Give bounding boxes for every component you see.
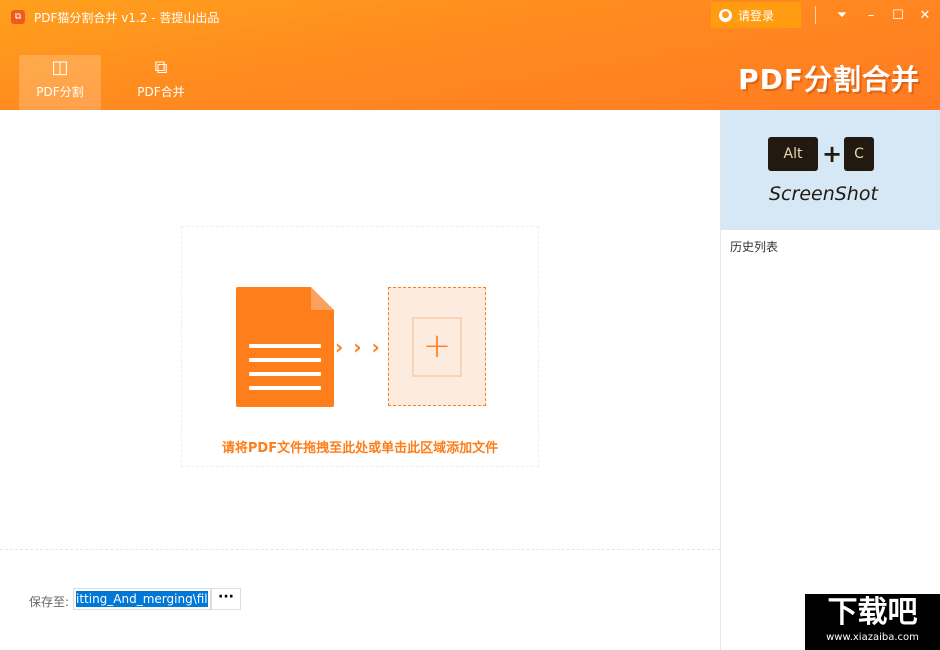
login-button[interactable]: ● 请登录 xyxy=(711,2,801,28)
window-title: PDF猫分割合并 v1.2 - 菩提山出品 xyxy=(34,11,220,25)
screenshot-banner: Alt + C ScreenShot xyxy=(721,110,940,230)
history-title: 历史列表 xyxy=(730,240,779,254)
save-path-value: itting_And_merging\file xyxy=(76,591,208,607)
tab-pdf-split[interactable]: ◫ PDF分割 xyxy=(19,55,101,110)
watermark-url: www.xiazaiba.com xyxy=(826,632,919,643)
tab-label: PDF分割 xyxy=(36,85,84,99)
alt-key: Alt xyxy=(768,137,818,171)
document-icon xyxy=(236,287,334,407)
browse-button[interactable]: ··· xyxy=(211,588,241,610)
plus-sign: + xyxy=(822,140,843,168)
tab-pdf-merge[interactable]: ⧉ PDF合并 xyxy=(120,55,202,110)
add-file-target[interactable]: + xyxy=(388,287,486,406)
brand-title: PDF分割合并 xyxy=(738,63,920,96)
history-sidebar: Alt + C ScreenShot 历史列表 xyxy=(720,110,940,650)
maximize-button[interactable]: ☐ xyxy=(890,8,906,24)
tab-label: PDF合并 xyxy=(137,85,185,99)
title-bar: ⧉ PDF猫分割合并 v1.2 - 菩提山出品 ● 请登录 ⏷ – ☐ ✕ ◫ PD… xyxy=(0,0,940,110)
file-dropzone[interactable]: ››› + 请将PDF文件拖拽至此处或单击此区域添加文件 xyxy=(181,226,539,467)
screenshot-caption: ScreenShot xyxy=(769,183,878,205)
merge-icon: ⧉ xyxy=(154,57,168,78)
divider xyxy=(815,6,816,24)
watermark-text: 下载吧 xyxy=(827,595,918,630)
user-icon: ● xyxy=(719,8,732,22)
minimize-button[interactable]: – xyxy=(863,8,879,24)
plus-icon: + xyxy=(412,317,462,377)
watermark-logo: 下载吧 www.xiazaiba.com xyxy=(805,594,940,650)
save-label: 保存至: xyxy=(29,595,70,609)
dropzone-hint: 请将PDF文件拖拽至此处或单击此区域添加文件 xyxy=(221,441,499,456)
split-icon: ◫ xyxy=(51,57,69,78)
login-label: 请登录 xyxy=(738,8,775,23)
arrows-icon: ››› xyxy=(335,335,390,359)
divider xyxy=(0,549,720,550)
main-panel: ››› + 请将PDF文件拖拽至此处或单击此区域添加文件 保存至: itting… xyxy=(0,110,720,650)
menu-dropdown-icon[interactable]: ⏷ xyxy=(834,8,850,24)
save-path-input[interactable]: itting_And_merging\file xyxy=(73,588,211,610)
close-button[interactable]: ✕ xyxy=(917,8,933,24)
app-logo-icon: ⧉ xyxy=(11,10,25,24)
c-key: C xyxy=(844,137,874,171)
